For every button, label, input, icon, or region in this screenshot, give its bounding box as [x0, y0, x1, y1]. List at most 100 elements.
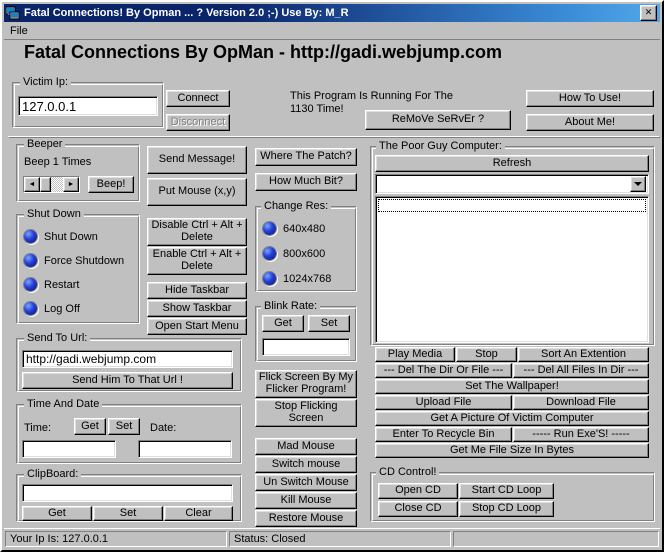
disconnect-button: Disconnect — [166, 114, 230, 131]
status-your-ip: Your Ip Is: 127.0.0.1 — [5, 531, 227, 547]
how-to-use-button[interactable]: How To Use! — [526, 90, 654, 107]
recycle-bin-button[interactable]: Enter To Recycle Bin — [375, 427, 512, 442]
play-media-button[interactable]: Play Media — [375, 347, 455, 362]
clipboard-clear-button[interactable]: Clear — [164, 506, 233, 521]
chevron-down-icon[interactable] — [630, 176, 646, 192]
poor-guy-group-label: The Poor Guy Computer: — [376, 140, 505, 152]
scroll-track[interactable] — [51, 177, 63, 192]
clipboard-group-label: ClipBoard: — [24, 468, 81, 480]
clipboard-get-button[interactable]: Get — [22, 506, 92, 521]
beep-count-label: Beep 1 Times — [24, 156, 91, 168]
blink-rate-group-label: Blink Rate: — [261, 300, 320, 312]
radio-label-force-shutdown: Force Shutdown — [44, 255, 124, 267]
download-file-button[interactable]: Download File — [513, 395, 649, 410]
sort-extention-button[interactable]: Sort An Extention — [518, 347, 649, 362]
radio-shutdown[interactable] — [24, 230, 37, 243]
del-all-files-button[interactable]: --- Del All Files In Dir --- — [513, 363, 649, 378]
menu-item-file[interactable]: File — [4, 24, 34, 38]
radio-res-640x480[interactable] — [263, 222, 276, 235]
radio-label-log-off: Log Off — [44, 303, 80, 315]
radio-res-800x600[interactable] — [263, 247, 276, 260]
scroll-right-icon[interactable]: ► — [63, 177, 79, 192]
refresh-button[interactable]: Refresh — [375, 155, 649, 172]
restore-mouse-button[interactable]: Restore Mouse — [255, 510, 357, 527]
radio-restart[interactable] — [24, 278, 37, 291]
kill-mouse-button[interactable]: Kill Mouse — [255, 492, 357, 509]
time-label: Time: — [24, 422, 51, 434]
start-cd-loop-button[interactable]: Start CD Loop — [459, 483, 554, 499]
stop-media-button[interactable]: Stop — [456, 347, 517, 362]
date-label: Date: — [150, 422, 176, 434]
set-wallpaper-button[interactable]: Set The Wallpaper! — [375, 379, 649, 394]
beeper-group — [16, 144, 140, 202]
title-bar: Fatal Connections! By Opman ... ? Versio… — [4, 4, 660, 22]
radio-res-1024x768[interactable] — [263, 272, 276, 285]
time-input[interactable] — [22, 440, 116, 458]
un-switch-mouse-button[interactable]: Un Switch Mouse — [255, 474, 357, 491]
flick-screen-button[interactable]: Flick Screen By My Flicker Program! — [255, 370, 357, 398]
computer-icon — [6, 6, 20, 20]
close-cd-button[interactable]: Close CD — [378, 501, 458, 517]
file-size-button[interactable]: Get Me File Size In Bytes — [375, 443, 649, 458]
open-start-menu-button[interactable]: Open Start Menu — [147, 318, 247, 335]
hide-taskbar-button[interactable]: Hide Taskbar — [147, 282, 247, 299]
status-bar: Your Ip Is: 127.0.0.1 Status: Closed — [4, 528, 660, 548]
radio-label-res-640x480: 640x480 — [283, 223, 325, 235]
switch-mouse-button[interactable]: Switch mouse — [255, 456, 357, 473]
radio-label-res-1024x768: 1024x768 — [283, 273, 331, 285]
close-icon[interactable]: ✕ — [640, 5, 657, 21]
radio-label-shutdown: Shut Down — [44, 231, 98, 243]
list-item[interactable] — [378, 199, 646, 212]
show-taskbar-button[interactable]: Show Taskbar — [147, 300, 247, 317]
send-url-group-label: Send To Url: — [24, 332, 90, 344]
radio-label-restart: Restart — [44, 279, 79, 291]
open-cd-button[interactable]: Open CD — [378, 483, 458, 499]
mad-mouse-button[interactable]: Mad Mouse — [255, 438, 357, 455]
run-count-line1: This Program Is Running For The — [290, 90, 453, 102]
about-me-button[interactable]: About Me! — [526, 114, 654, 131]
del-dir-or-file-button[interactable]: --- Del The Dir Or File --- — [375, 363, 512, 378]
blink-get-button[interactable]: Get — [262, 315, 304, 332]
upload-file-button[interactable]: Upload File — [375, 395, 512, 410]
where-the-patch-button[interactable]: Where The Patch? — [255, 148, 357, 166]
header-divider — [8, 136, 660, 138]
shutdown-group-label: Shut Down — [24, 208, 84, 220]
remove-server-button[interactable]: ReMoVe SeRvEr ? — [365, 110, 511, 130]
radio-log-off[interactable] — [24, 302, 37, 315]
get-picture-button[interactable]: Get A Picture Of Victim Computer — [375, 411, 649, 426]
time-get-button[interactable]: Get — [74, 418, 106, 435]
beeper-group-label: Beeper — [24, 138, 65, 150]
time-date-group-label: Time And Date — [24, 398, 102, 410]
send-to-url-button[interactable]: Send Him To That Url ! — [22, 372, 233, 389]
status-connection: Status: Closed — [229, 531, 451, 547]
put-mouse-button[interactable]: Put Mouse (x,y) — [147, 178, 247, 206]
file-listbox[interactable] — [375, 196, 649, 343]
how-much-bit-button[interactable]: How Much Bit? — [255, 173, 357, 191]
drive-combobox[interactable] — [375, 174, 649, 194]
cd-control-group-label: CD Control! — [376, 466, 439, 478]
stop-flicking-button[interactable]: Stop Flicking Screen — [255, 399, 357, 427]
stop-cd-loop-button[interactable]: Stop CD Loop — [459, 501, 554, 517]
clipboard-set-button[interactable]: Set — [93, 506, 163, 521]
victim-ip-input[interactable]: 127.0.0.1 — [18, 96, 158, 116]
time-set-button[interactable]: Set — [108, 418, 140, 435]
window-title: Fatal Connections! By Opman ... ? Versio… — [24, 7, 640, 19]
scroll-thumb[interactable] — [40, 177, 51, 192]
clipboard-input[interactable] — [22, 484, 233, 502]
blink-rate-input[interactable] — [262, 338, 350, 356]
blink-set-button[interactable]: Set — [308, 315, 350, 332]
run-count-line2: 1130 Time! — [290, 103, 344, 115]
run-exe-button[interactable]: ----- Run Exe'S! ----- — [513, 427, 649, 442]
connect-button[interactable]: Connect — [166, 90, 230, 107]
scroll-left-icon[interactable]: ◄ — [24, 177, 40, 192]
victim-ip-group-label: Victim Ip: — [20, 76, 71, 88]
disable-ctrl-alt-delete-button[interactable]: Disable Ctrl + Alt + Delete — [147, 218, 247, 246]
enable-ctrl-alt-delete-button[interactable]: Enable Ctrl + Alt + Delete — [147, 247, 247, 275]
date-input[interactable] — [138, 440, 232, 458]
send-message-button[interactable]: Send Message! — [147, 146, 247, 174]
send-url-input[interactable]: http://gadi.webjump.com — [22, 350, 233, 368]
radio-force-shutdown[interactable] — [24, 254, 37, 267]
beep-count-scrollbar[interactable]: ◄ ► — [23, 176, 80, 193]
page-title: Fatal Connections By OpMan - http://gadi… — [24, 42, 502, 63]
beep-button[interactable]: Beep! — [88, 176, 134, 193]
